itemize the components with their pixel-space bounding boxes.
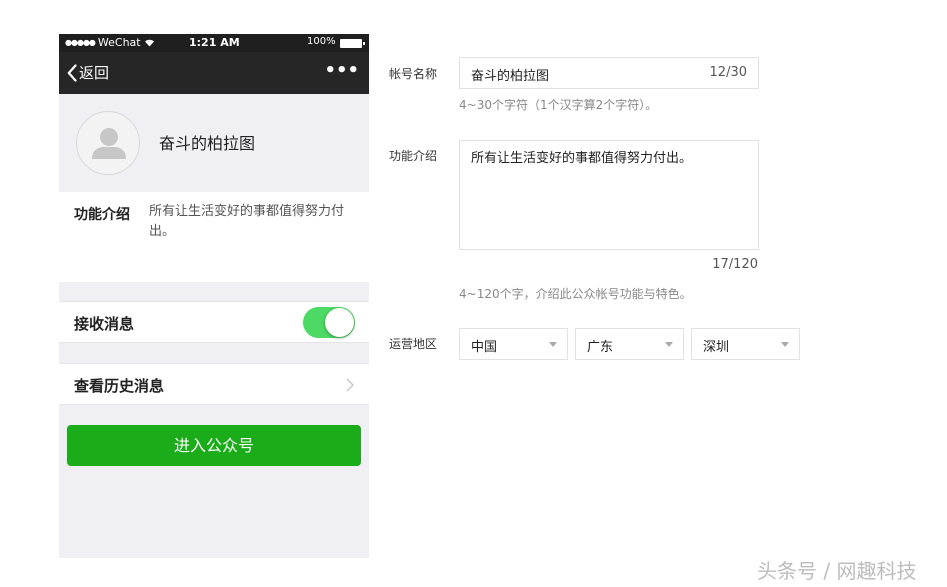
phone-preview: ●●●●● WeChat 1:21 AM 100% 返回 ••• 奋斗的柏拉图 bbox=[59, 34, 369, 558]
province-select[interactable]: 广东 bbox=[575, 328, 684, 360]
profile-header: 奋斗的柏拉图 bbox=[59, 94, 369, 192]
account-name-value: 奋斗的柏拉图 bbox=[471, 69, 550, 84]
chevron-right-icon bbox=[346, 378, 354, 392]
region-label: 运营地区 bbox=[389, 337, 438, 351]
more-icon[interactable]: ••• bbox=[324, 60, 359, 81]
nav-bar: 返回 ••• bbox=[59, 52, 369, 94]
country-select[interactable]: 中国 bbox=[459, 328, 568, 360]
intro-textarea[interactable]: 所有让生活变好的事都值得努力付出。 bbox=[459, 140, 759, 250]
province-value: 广东 bbox=[587, 340, 614, 355]
account-name: 奋斗的柏拉图 bbox=[159, 134, 256, 153]
account-name-count: 12/30 bbox=[709, 65, 747, 80]
intro-section: 功能介绍 所有让生活变好的事都值得努力付出。 bbox=[59, 192, 369, 282]
status-time: 1:21 AM bbox=[189, 36, 240, 49]
country-value: 中国 bbox=[471, 340, 498, 355]
intro-text: 所有让生活变好的事都值得努力付出。 bbox=[149, 204, 345, 239]
avatar-placeholder-icon bbox=[92, 128, 126, 159]
battery-percent: 100% bbox=[307, 36, 336, 47]
intro-hint: 4~120个字，介绍此公众帐号功能与特色。 bbox=[459, 287, 692, 301]
enter-account-button[interactable]: 进入公众号 bbox=[67, 425, 361, 466]
city-select[interactable]: 深圳 bbox=[691, 328, 800, 360]
history-messages-row[interactable]: 查看历史消息 bbox=[59, 363, 369, 405]
intro-label: 功能介绍 bbox=[74, 207, 130, 223]
chevron-left-icon bbox=[67, 63, 77, 82]
receive-messages-row: 接收消息 bbox=[59, 301, 369, 343]
carrier-group: ●●●●● WeChat bbox=[65, 36, 155, 49]
history-messages-label: 查看历史消息 bbox=[74, 377, 165, 395]
watermark: 头条号 / 网趣科技 bbox=[757, 559, 917, 583]
intro-textarea-value: 所有让生活变好的事都值得努力付出。 bbox=[471, 151, 693, 166]
intro-field-label: 功能介绍 bbox=[389, 149, 438, 163]
receive-messages-label: 接收消息 bbox=[74, 315, 135, 333]
city-value: 深圳 bbox=[703, 340, 730, 355]
avatar bbox=[76, 111, 140, 175]
intro-count: 17/120 bbox=[712, 257, 758, 272]
toggle-knob bbox=[325, 308, 354, 337]
back-button[interactable]: 返回 bbox=[67, 62, 109, 83]
battery-icon bbox=[340, 39, 365, 48]
caret-down-icon bbox=[781, 342, 789, 347]
account-name-hint: 4~30个字符（1个汉字算2个字符）。 bbox=[459, 98, 658, 112]
back-label: 返回 bbox=[79, 64, 110, 82]
account-name-input[interactable]: 奋斗的柏拉图 12/30 bbox=[459, 57, 759, 89]
caret-down-icon bbox=[549, 342, 557, 347]
status-bar: ●●●●● WeChat 1:21 AM 100% bbox=[59, 34, 369, 52]
carrier-name: WeChat bbox=[97, 36, 141, 49]
receive-messages-toggle[interactable] bbox=[303, 307, 355, 338]
wifi-icon bbox=[144, 39, 154, 47]
caret-down-icon bbox=[665, 342, 673, 347]
signal-icon: ●●●●● bbox=[65, 38, 96, 47]
account-name-label: 帐号名称 bbox=[389, 67, 438, 81]
